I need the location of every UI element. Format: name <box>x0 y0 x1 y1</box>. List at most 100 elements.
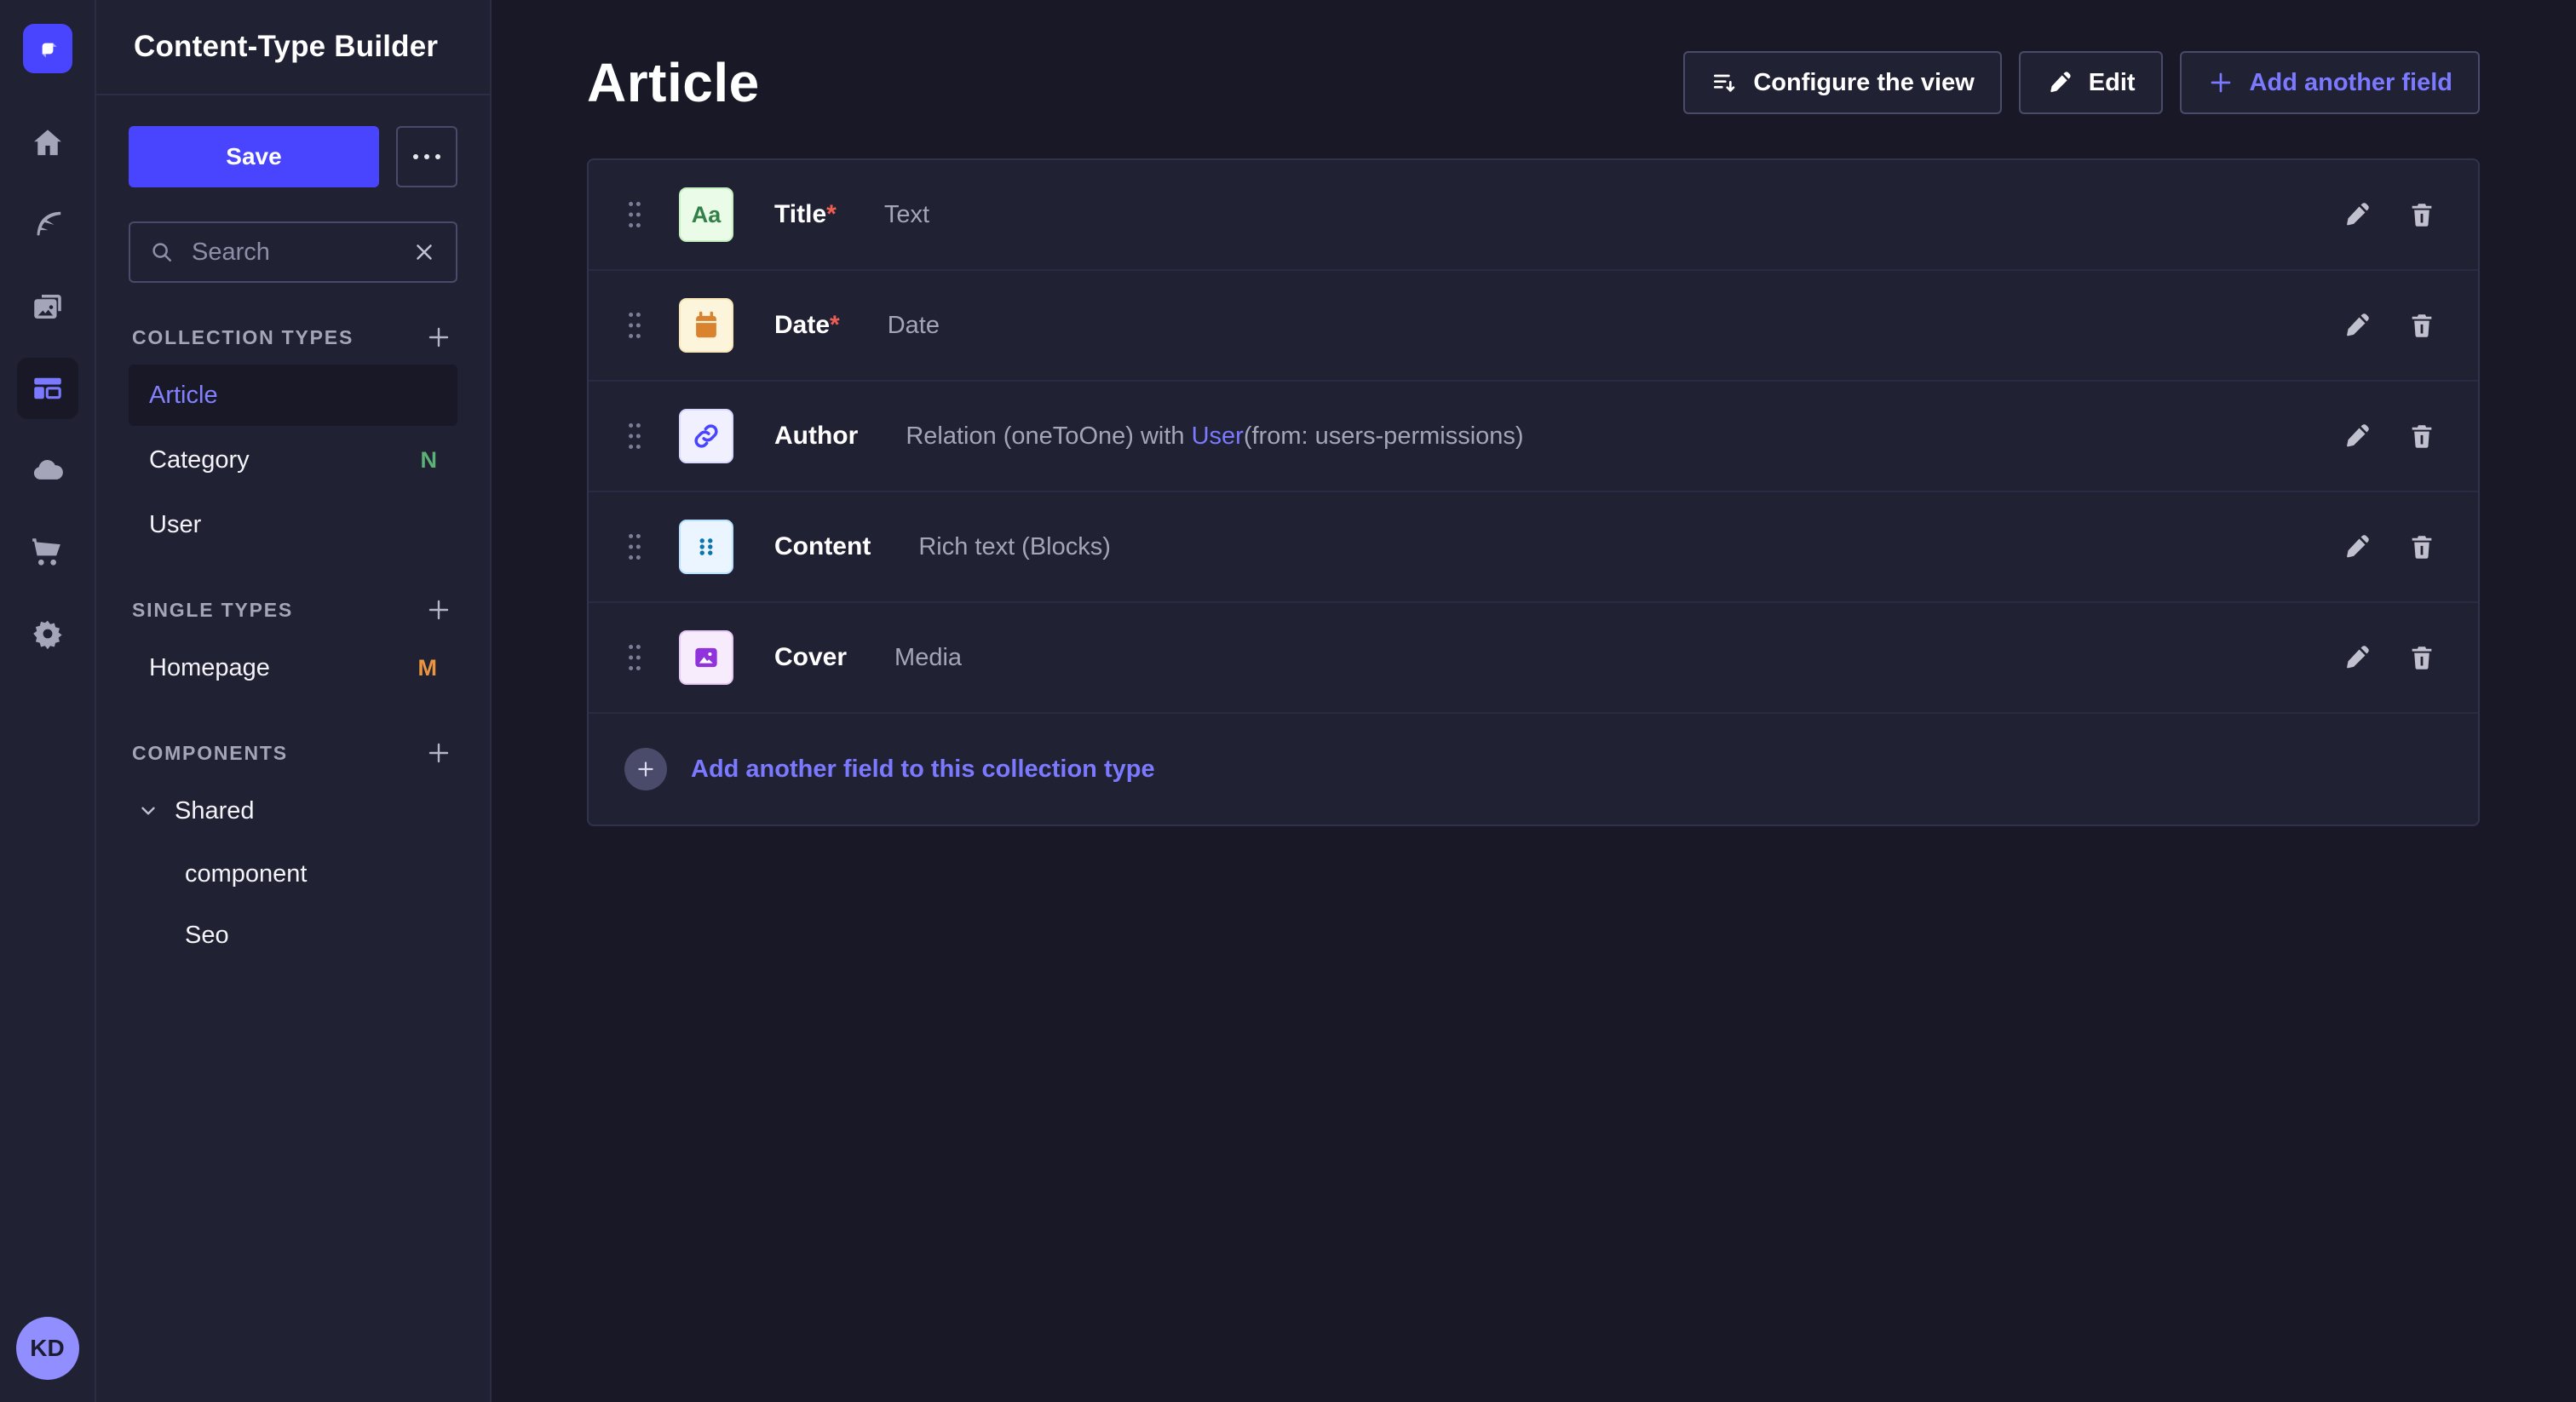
clear-search-button[interactable] <box>411 239 437 265</box>
edit-field-button[interactable] <box>2338 196 2376 233</box>
drag-handle-icon[interactable] <box>626 531 643 562</box>
section-label: COMPONENTS <box>132 742 288 765</box>
plus-icon <box>635 758 657 780</box>
button-label: Edit <box>2089 69 2136 97</box>
drag-handle-icon[interactable] <box>626 199 643 230</box>
nav-item-label: Seo <box>185 922 229 950</box>
button-label: Configure the view <box>1753 69 1974 97</box>
field-type: Media <box>894 644 962 672</box>
search-input[interactable] <box>192 238 394 267</box>
edit-field-button[interactable] <box>2338 307 2376 344</box>
relation-target-link[interactable]: User <box>1192 422 1244 450</box>
section-label: SINGLE TYPES <box>132 599 293 622</box>
field-row-date: Date* Date <box>589 271 2478 382</box>
pencil-icon <box>2343 200 2372 229</box>
sub-navigation: Content-Type Builder Save COLLECTION TYP… <box>96 0 492 1402</box>
nav-item-label: Category <box>149 446 250 474</box>
content-manager-feather-icon[interactable] <box>17 194 78 256</box>
add-collection-type-button[interactable] <box>425 324 452 351</box>
sidebar-item-article[interactable]: Article <box>129 365 457 426</box>
user-avatar[interactable]: KD <box>16 1317 79 1380</box>
page-title: Article <box>587 51 760 114</box>
close-icon <box>411 239 437 265</box>
delete-field-button[interactable] <box>2403 528 2441 566</box>
plus-icon <box>425 739 452 767</box>
media-library-icon[interactable] <box>17 276 78 337</box>
rail-icon-list <box>17 112 78 664</box>
field-row-cover: Cover Media <box>589 603 2478 714</box>
component-group-shared[interactable]: Shared <box>129 780 457 842</box>
search-box <box>129 221 457 283</box>
trash-icon <box>2407 532 2436 561</box>
trash-icon <box>2407 200 2436 229</box>
deploy-cloud-icon[interactable] <box>17 440 78 501</box>
field-type: Date <box>888 312 940 340</box>
row-actions <box>2338 528 2441 566</box>
button-label: Add another field <box>2250 69 2452 97</box>
search-icon <box>149 239 175 265</box>
field-name: Date* <box>774 311 840 340</box>
add-another-field-button[interactable]: Add another field <box>2180 51 2480 114</box>
sidebar-item-seo[interactable]: Seo <box>129 906 457 964</box>
add-single-type-button[interactable] <box>425 596 452 623</box>
save-row: Save <box>129 126 457 187</box>
required-asterisk: * <box>826 200 837 228</box>
nav-item-label: Homepage <box>149 654 270 682</box>
edit-field-button[interactable] <box>2338 417 2376 455</box>
section-label: COLLECTION TYPES <box>132 326 354 349</box>
drag-handle-icon[interactable] <box>626 642 643 673</box>
save-button[interactable]: Save <box>129 126 379 187</box>
pencil-icon <box>2343 643 2372 672</box>
section-collection-types: COLLECTION TYPES Article Category N User <box>129 324 457 555</box>
delete-field-button[interactable] <box>2403 417 2441 455</box>
group-label: Shared <box>175 797 255 825</box>
configure-list-icon <box>1711 69 1738 96</box>
row-actions <box>2338 196 2441 233</box>
settings-gear-icon[interactable] <box>17 603 78 664</box>
plus-icon <box>425 596 452 623</box>
marketplace-cart-icon[interactable] <box>17 521 78 583</box>
sidebar-item-homepage[interactable]: Homepage M <box>129 637 457 698</box>
field-row-title: Aa Title* Text <box>589 160 2478 271</box>
configure-view-button[interactable]: Configure the view <box>1683 51 2001 114</box>
row-actions <box>2338 307 2441 344</box>
add-field-circle-button[interactable] <box>624 748 667 790</box>
sidebar-item-category[interactable]: Category N <box>129 429 457 491</box>
nav-item-label: component <box>185 860 308 888</box>
header-actions: Configure the view Edit Add another fiel… <box>1683 51 2480 114</box>
field-name: Content <box>774 532 871 561</box>
relation-field-icon <box>679 409 733 463</box>
row-actions <box>2338 639 2441 676</box>
icon-rail: KD <box>0 0 96 1402</box>
drag-handle-icon[interactable] <box>626 421 643 451</box>
blocks-field-icon <box>679 520 733 574</box>
plus-icon <box>2207 69 2234 96</box>
section-components: COMPONENTS Shared component Seo <box>129 739 457 964</box>
home-icon[interactable] <box>17 112 78 174</box>
delete-field-button[interactable] <box>2403 307 2441 344</box>
sidebar-item-user[interactable]: User <box>129 494 457 555</box>
text-field-icon: Aa <box>679 187 733 242</box>
sidebar-item-component[interactable]: component <box>129 845 457 903</box>
add-field-to-collection-link[interactable]: Add another field to this collection typ… <box>691 756 1155 784</box>
pencil-icon <box>2046 69 2073 96</box>
add-component-button[interactable] <box>425 739 452 767</box>
delete-field-button[interactable] <box>2403 196 2441 233</box>
row-actions <box>2338 417 2441 455</box>
field-type: Rich text (Blocks) <box>918 533 1111 561</box>
field-type: Text <box>884 201 929 229</box>
delete-field-button[interactable] <box>2403 639 2441 676</box>
required-asterisk: * <box>830 311 840 339</box>
field-name: Title* <box>774 200 837 229</box>
media-field-icon <box>679 630 733 685</box>
more-actions-button[interactable] <box>396 126 457 187</box>
edit-button[interactable]: Edit <box>2019 51 2163 114</box>
plugin-title: Content-Type Builder <box>134 30 438 64</box>
edit-field-button[interactable] <box>2338 639 2376 676</box>
field-type: Relation (oneToOne) with User(from: user… <box>906 422 1523 451</box>
edit-field-button[interactable] <box>2338 528 2376 566</box>
drag-handle-icon[interactable] <box>626 310 643 341</box>
modified-status-badge: M <box>418 655 438 681</box>
pencil-icon <box>2343 532 2372 561</box>
content-type-builder-icon[interactable] <box>17 358 78 419</box>
